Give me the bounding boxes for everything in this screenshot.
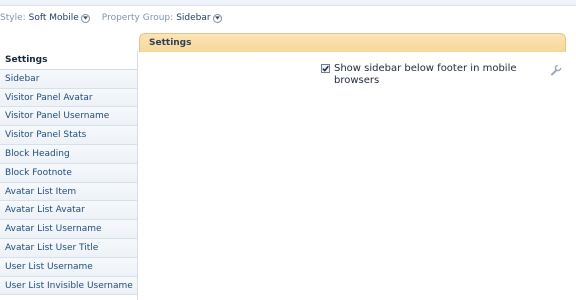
property-filters: Style: Soft Mobile Property Group: Sideb…	[0, 11, 222, 25]
sidebar-item-sidebar[interactable]: Sidebar	[0, 69, 137, 89]
wrench-icon[interactable]	[550, 64, 562, 76]
settings-panel-header: Settings	[139, 33, 566, 52]
show-sidebar-below-footer-option[interactable]: Show sidebar below footer in mobile brow…	[321, 63, 521, 87]
property-group-label: Property Group:	[101, 13, 174, 23]
sidebar-item-user-list-username[interactable]: User List Username	[0, 257, 137, 277]
settings-panel: Show sidebar below footer in mobile brow…	[139, 52, 566, 300]
show-sidebar-below-footer-checkbox[interactable]	[321, 64, 330, 73]
chevron-down-icon[interactable]	[212, 13, 222, 23]
sidebar-item-block-footnote[interactable]: Block Footnote	[0, 163, 137, 183]
sidebar-item-avatar-list-avatar[interactable]: Avatar List Avatar	[0, 201, 137, 221]
style-filter-label: Style:	[0, 13, 26, 23]
sidebar-item-visitor-panel-stats[interactable]: Visitor Panel Stats	[0, 126, 137, 145]
sidebar-item-avatar-list-item[interactable]: Avatar List Item	[0, 182, 137, 202]
show-sidebar-below-footer-label: Show sidebar below footer in mobile brow…	[334, 63, 517, 86]
property-group-filter[interactable]: Property Group: Sidebar	[102, 13, 222, 23]
style-filter[interactable]: Style: Soft Mobile	[0, 13, 90, 23]
chevron-down-icon[interactable]	[80, 13, 90, 23]
sidebar-item-avatar-list-username[interactable]: Avatar List Username	[0, 220, 137, 239]
top-bar	[0, 0, 576, 6]
property-group-sidebar: Settings Sidebar Visitor Panel Avatar Vi…	[0, 51, 138, 300]
sidebar-item-settings[interactable]: Settings	[0, 51, 137, 70]
sidebar-item-visitor-panel-username[interactable]: Visitor Panel Username	[0, 107, 137, 127]
sidebar-item-block-heading[interactable]: Block Heading	[0, 144, 137, 164]
style-filter-value[interactable]: Soft Mobile	[29, 13, 79, 23]
sidebar-item-avatar-list-user-title[interactable]: Avatar List User Title	[0, 238, 137, 258]
sidebar-item-visitor-panel-avatar[interactable]: Visitor Panel Avatar	[0, 88, 137, 108]
property-group-value[interactable]: Sidebar	[176, 13, 210, 23]
sidebar-item-user-list-invisible-username[interactable]: User List Invisible Username	[0, 276, 137, 296]
